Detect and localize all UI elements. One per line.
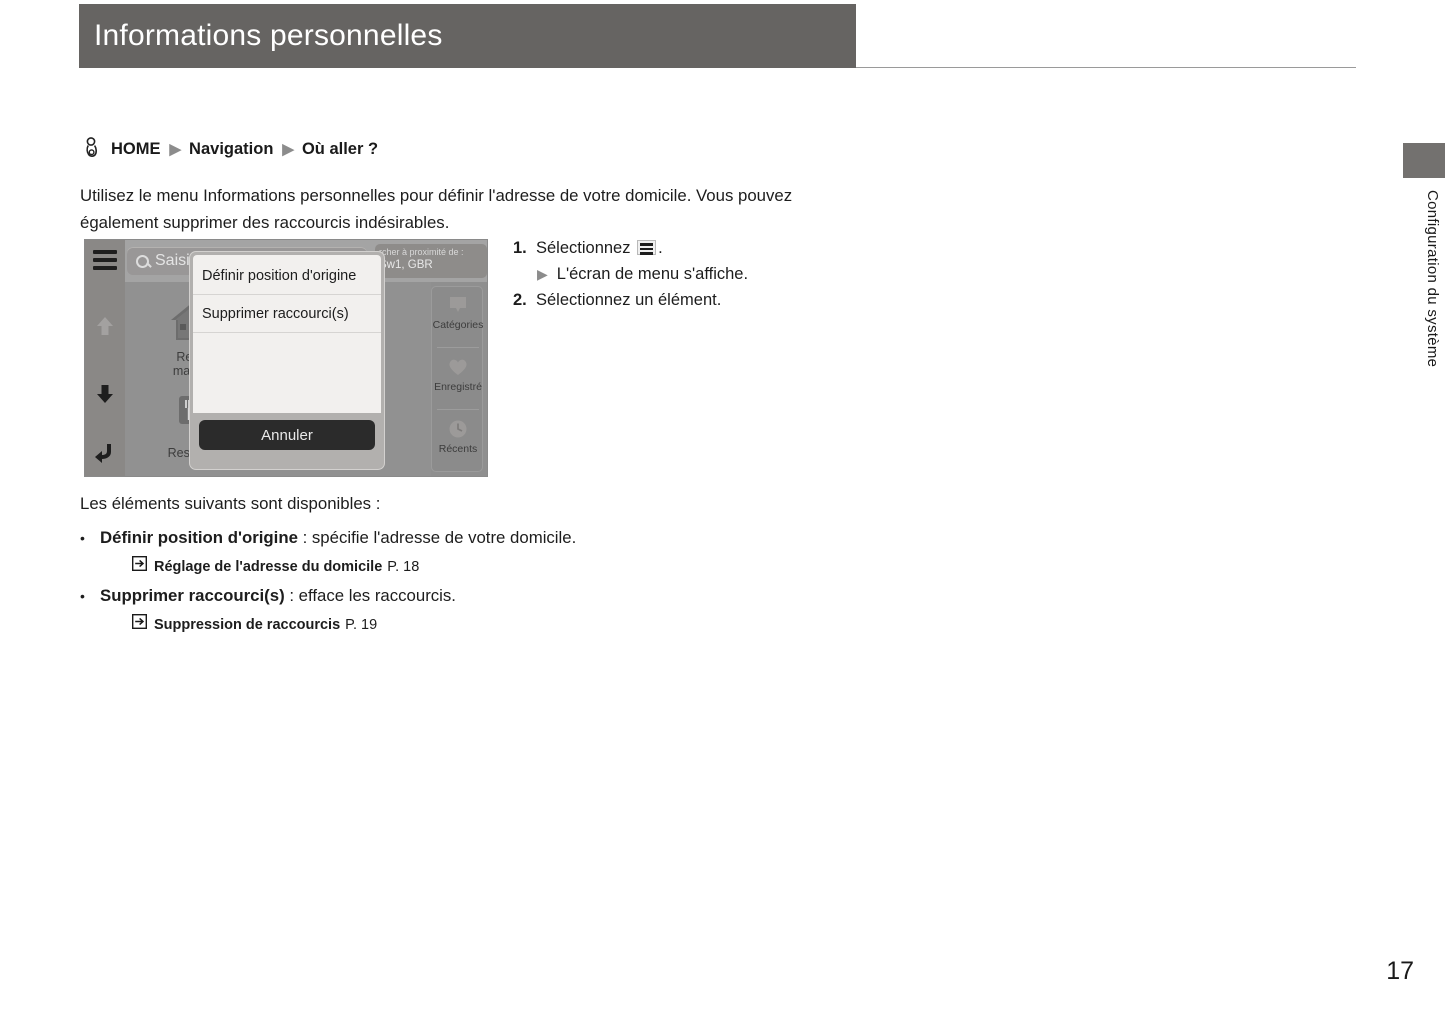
step-text-after: . [658,239,663,257]
step-2: 2. Sélectionnez un élément. [513,287,933,313]
step-number: 2. [513,291,527,309]
popup-option-supprimer-raccourcis[interactable]: Supprimer raccourci(s) [193,295,381,333]
popup-option-empty [193,333,381,371]
reference-page: P. 18 [387,559,420,575]
chevron-right-icon: ▶ [282,140,294,158]
list-item-desc: : spécifie l'adresse de votre domicile. [297,528,577,547]
hamburger-menu-icon[interactable] [93,250,117,274]
device-left-toolbar [85,240,125,476]
hand-press-icon [82,137,104,161]
device-popup-dialog: Définir position d'origine Supprimer rac… [189,251,385,470]
chapter-tab-label: Configuration du système [1424,190,1441,368]
right-tile-label: Récents [438,443,478,455]
step-1-result: ▶ L'écran de menu s'affiche. [513,261,933,287]
options-lead-text: Les éléments suivants sont disponibles : [80,494,381,513]
reference-title: Réglage de l'adresse du domicile [154,559,383,575]
breadcrumb-item-ou-aller: Où aller ? [301,139,379,158]
breadcrumb-item-navigation: Navigation [189,139,274,158]
list-item-term: Définir position d'origine [100,528,298,547]
intro-paragraph: Utilisez le menu Informations personnell… [80,186,793,232]
right-tile-enregistre[interactable]: Enregistré [432,355,484,393]
page-header: Informations personnelles [79,4,856,68]
step-text-before: Sélectionnez [536,239,631,257]
search-near-value: Sw1, GBR [379,259,433,271]
toolbar-divider [437,347,479,348]
navigation-screen-illustration: Retoumaison Restaura Saisi [84,239,488,477]
popup-option-definir-position-origine[interactable]: Définir position d'origine [193,257,381,295]
list-item: • Supprimer raccourci(s) : efface les ra… [80,582,840,610]
step-text: Sélectionnez un élément. [536,291,722,309]
document-page: Informations personnelles Configuration … [0,0,1445,1018]
breadcrumb-item-home: HOME [111,139,161,158]
chapter-tab-marker [1403,143,1445,178]
bullet-icon: • [80,588,85,604]
right-tile-label: Enregistré [434,381,482,393]
right-tile-categories[interactable]: Catégories [432,293,484,331]
reference-arrow-icon [131,555,148,572]
right-tile-label: Catégories [432,319,484,331]
breadcrumb: HOME ▶ Navigation ▶ Où aller ? [82,137,378,161]
arrow-down-icon[interactable] [93,382,117,406]
step-result-text: L'écran de menu s'affiche. [556,265,749,283]
map-pin-icon [445,293,471,317]
page-number: 17 [1386,957,1414,985]
hamburger-menu-icon [637,240,657,255]
search-input-value: Saisi [155,252,190,269]
reference-arrow-icon [131,613,148,630]
step-text: Sélectionnez . [536,235,663,261]
cross-reference[interactable]: Suppression de raccourcis P. 19 [80,613,840,633]
step-number: 1. [513,239,527,257]
arrow-up-icon[interactable] [93,314,117,338]
list-item-term: Supprimer raccourci(s) [100,586,285,605]
list-item-desc: : efface les raccourcis. [284,586,456,605]
popup-cancel-button[interactable]: Annuler [199,420,375,450]
instruction-steps: 1. Sélectionnez . ▶ L'écran de menu s'af… [513,235,933,313]
bullet-icon: • [80,530,85,546]
device-right-toolbar: Catégories Enregistré Récents [431,286,483,472]
list-item: • Définir position d'origine : spécifie … [80,524,840,552]
search-near-label: rcher à proximité de : [379,247,464,257]
cross-reference[interactable]: Réglage de l'adresse du domicile P. 18 [80,555,840,575]
search-icon [136,254,149,268]
triangle-right-icon: ▶ [537,266,548,282]
heart-icon [445,355,471,379]
popup-option-list: Définir position d'origine Supprimer rac… [193,255,381,413]
clock-icon [445,417,471,441]
search-near-selector[interactable]: rcher à proximité de : Sw1, GBR [375,244,487,278]
back-arrow-icon[interactable] [93,440,117,464]
toolbar-divider [437,409,479,410]
options-list-section: Les éléments suivants sont disponibles :… [80,490,840,633]
page-title: Informations personnelles [94,19,443,52]
reference-title: Suppression de raccourcis [154,617,341,633]
list-item-text: Supprimer raccourci(s) : efface les racc… [100,582,456,609]
list-item-text: Définir position d'origine : spécifie l'… [100,524,576,551]
chevron-right-icon: ▶ [169,140,182,158]
step-1: 1. Sélectionnez . [513,235,933,261]
reference-page: P. 19 [345,617,378,633]
header-rule [856,67,1356,68]
right-tile-recents[interactable]: Récents [432,417,484,455]
